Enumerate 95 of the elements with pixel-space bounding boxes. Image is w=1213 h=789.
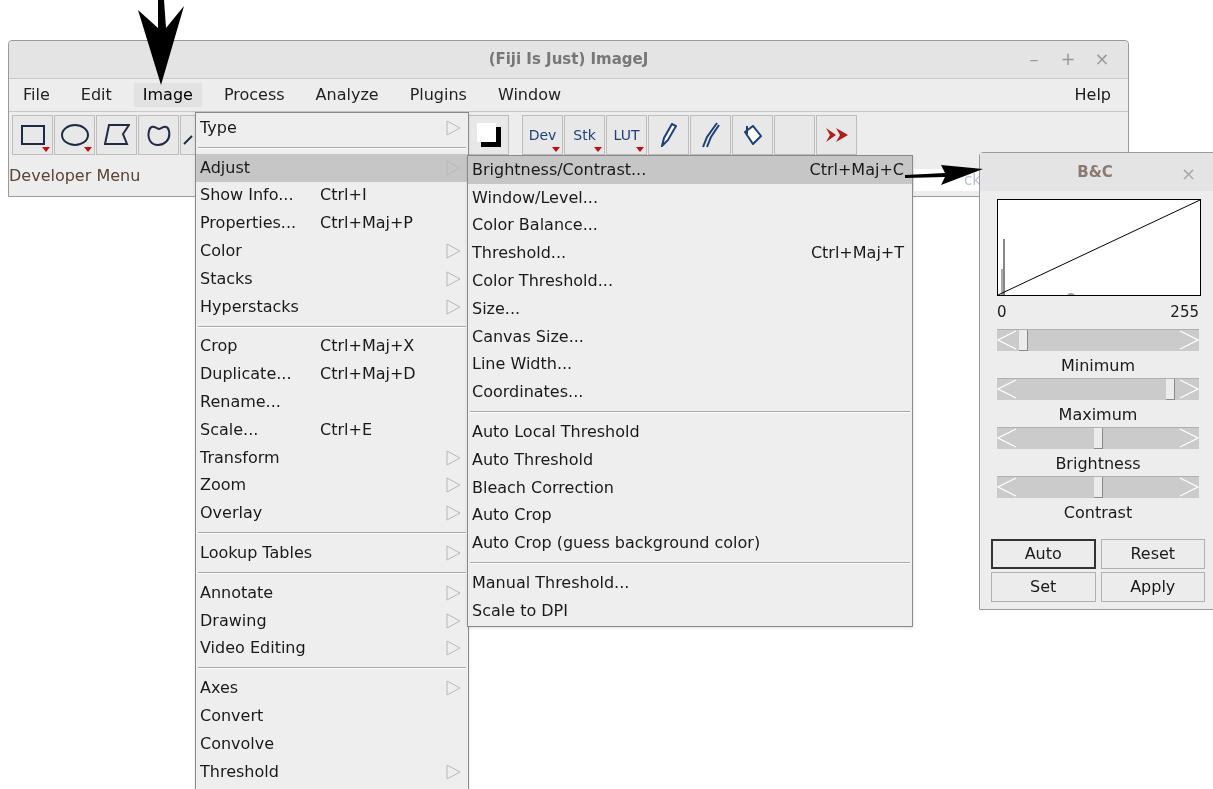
paint-bucket-icon <box>743 124 762 145</box>
tool-button[interactable] <box>648 114 689 155</box>
menu-item[interactable]: Auto Crop (guess background color) <box>468 529 912 558</box>
menu-item[interactable]: Size... <box>468 295 912 323</box>
menu-item[interactable]: Rename... <box>196 388 468 416</box>
menu-item[interactable]: Brightness/Contrast... Ctrl+Maj+C <box>468 156 912 184</box>
menu-item[interactable]: Window <box>488 83 571 107</box>
slider-label: Brightness <box>1054 453 1142 474</box>
dropdown-triangle-icon <box>636 146 644 152</box>
tool-button[interactable] <box>468 114 509 155</box>
slider-thumb[interactable] <box>1093 476 1103 498</box>
menu-item[interactable]: Axes <box>196 674 468 703</box>
tool-button[interactable] <box>54 114 95 155</box>
menu-item[interactable]: Transform <box>196 443 468 472</box>
axis-label: 0 <box>997 302 1007 323</box>
slider[interactable] <box>997 377 1199 400</box>
tool-button[interactable] <box>12 114 53 155</box>
menu-item[interactable]: Auto Local Threshold <box>468 418 912 446</box>
dialog-button[interactable]: Apply <box>1100 571 1205 602</box>
polygon-icon <box>103 124 130 145</box>
menu-item[interactable]: Color Threshold... <box>468 267 912 295</box>
tool-button[interactable]: LUT <box>606 114 647 155</box>
rectangle-icon <box>20 124 45 145</box>
tool-button[interactable]: Dev <box>522 114 563 155</box>
menu-item[interactable]: File <box>14 83 59 107</box>
menu-item[interactable]: Zoom <box>196 471 468 500</box>
menu-item[interactable]: Drawing <box>196 606 468 635</box>
dialog-button[interactable]: Set <box>991 571 1096 602</box>
slider-label: Maximum <box>1057 404 1139 425</box>
menu-item[interactable]: Duplicate... Ctrl+Maj+D <box>196 360 468 389</box>
menu-item[interactable]: Convert <box>196 702 468 730</box>
menu-item[interactable]: Stacks <box>196 265 468 293</box>
menu-item[interactable]: Manual Threshold... <box>468 569 912 597</box>
dropdown-triangle-icon <box>594 146 602 152</box>
dialog-button[interactable]: Reset <box>1100 538 1205 569</box>
menu-item[interactable]: Canvas Size... <box>468 322 912 351</box>
pencil-icon <box>660 122 677 147</box>
menu-item[interactable]: Color Balance... <box>468 211 912 240</box>
tool-button[interactable] <box>732 114 773 155</box>
slider-thumb[interactable] <box>1166 378 1176 400</box>
menu-item[interactable]: Adjust <box>196 153 468 182</box>
menu-item[interactable]: Hyperstacks <box>196 292 468 321</box>
slider-label: Contrast <box>1062 502 1134 523</box>
slider[interactable] <box>997 426 1199 449</box>
menu-item[interactable]: Lookup Tables <box>196 539 468 567</box>
menu-item[interactable]: Convolve <box>196 729 468 758</box>
menu-item[interactable]: Auto Threshold <box>468 445 912 474</box>
menu-item[interactable]: Line Width... <box>468 350 912 379</box>
menu-item[interactable]: Image <box>133 83 202 107</box>
oval-icon <box>60 123 89 146</box>
menu-item[interactable]: Properties... Ctrl+Maj+P <box>196 209 468 238</box>
menu-item[interactable]: Annotate <box>196 578 468 607</box>
dropdown-triangle-icon <box>84 146 92 152</box>
tool-button[interactable]: Stk <box>564 114 605 155</box>
menu-item[interactable]: Help <box>1065 83 1120 107</box>
menu-item[interactable]: Threshold <box>196 757 468 786</box>
slider[interactable] <box>997 328 1199 351</box>
axis-label: 255 <box>1170 302 1199 323</box>
tool-button[interactable] <box>816 114 857 155</box>
menu-item[interactable]: Type <box>196 114 468 142</box>
menu-item[interactable]: Process <box>214 83 294 107</box>
status-text: ck <box>964 169 981 191</box>
window-title: B&C <box>1077 161 1113 183</box>
menu-item[interactable]: Edit <box>71 83 121 107</box>
menu-item[interactable]: Plugins <box>400 83 476 107</box>
line-icon <box>183 134 193 145</box>
status-text: Developer Menu <box>9 165 141 187</box>
menu-item[interactable]: Color <box>196 237 468 265</box>
slider[interactable] <box>997 475 1199 498</box>
menu-item[interactable]: Window/Level... <box>468 183 912 212</box>
double-arrow-icon <box>825 127 848 142</box>
menu-item[interactable]: Video Editing <box>196 634 468 663</box>
freehand-shape-icon <box>146 123 171 146</box>
tool-button[interactable] <box>138 114 179 155</box>
color-swatch-icon <box>476 122 501 147</box>
dropdown-triangle-icon <box>42 146 50 152</box>
slider-thumb[interactable] <box>1093 427 1103 449</box>
menu-item[interactable]: Threshold... Ctrl+Maj+T <box>468 239 912 268</box>
menu-item[interactable]: Coordinates... <box>468 378 912 407</box>
menu-item[interactable]: Auto Crop <box>468 501 912 530</box>
tool-button[interactable] <box>690 114 731 155</box>
menu-item[interactable]: Bleach Correction <box>468 473 912 502</box>
menu-item[interactable]: Scale to DPI <box>468 596 912 625</box>
tool-button[interactable] <box>96 114 137 155</box>
menu-item[interactable]: Crop Ctrl+Maj+X <box>196 332 468 361</box>
menu-item[interactable]: Show Info... Ctrl+I <box>196 181 468 210</box>
brush-icon <box>701 121 720 148</box>
dialog-button[interactable]: Auto <box>991 538 1096 569</box>
menu-item[interactable]: Scale... Ctrl+E <box>196 415 468 444</box>
window-title: (Fiji Is Just) ImageJ <box>488 49 649 71</box>
slider-label: Minimum <box>1059 355 1137 376</box>
dropdown-triangle-icon <box>552 146 560 152</box>
menu-item[interactable]: Analyze <box>306 83 388 107</box>
menu-item[interactable]: Overlay <box>196 499 468 528</box>
slider-thumb[interactable] <box>1018 329 1028 351</box>
